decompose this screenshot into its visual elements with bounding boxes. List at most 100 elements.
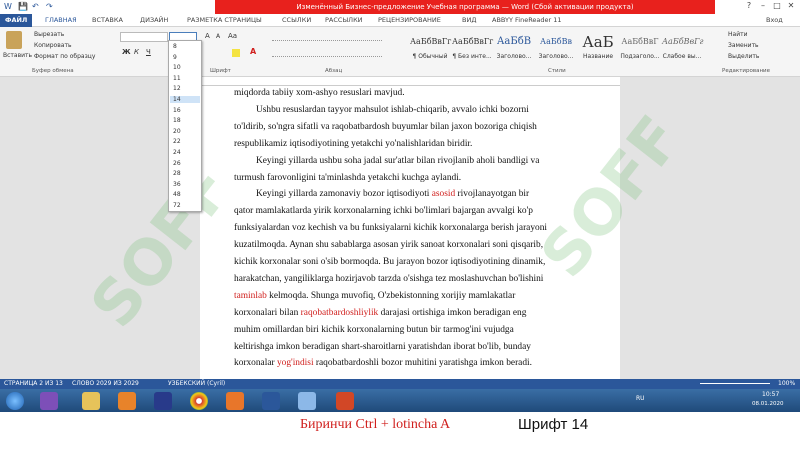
- misspelled-word[interactable]: yog'indisi: [277, 358, 314, 368]
- text-span[interactable]: korxonalari bilan: [234, 308, 301, 318]
- text-span[interactable]: Keyingi yillarda zamonaviy bozor iqtisod…: [256, 189, 432, 199]
- misspelled-word[interactable]: asosid: [432, 189, 455, 199]
- text-span[interactable]: Keyingi yillarda ushbu soha jadal sur'at…: [256, 156, 539, 166]
- style-title[interactable]: АаБ Название: [578, 31, 618, 71]
- grow-font-icon[interactable]: A: [205, 32, 210, 40]
- italic-button[interactable]: К: [134, 48, 139, 56]
- style-subtle-emphasis[interactable]: АаБбВвГг Слабое вы...: [662, 31, 703, 71]
- input-language[interactable]: RU: [636, 395, 645, 402]
- font-size-option[interactable]: 10: [173, 64, 181, 71]
- app-icon[interactable]: [40, 392, 58, 410]
- horizontal-ruler[interactable]: [200, 77, 620, 86]
- style-no-spacing[interactable]: АаБбВвГг ¶ Без инте...: [452, 31, 493, 71]
- window-icon[interactable]: [298, 392, 316, 410]
- text-span[interactable]: kuzatilmoqda. Aynan shu sabablarga asosa…: [234, 240, 543, 250]
- word-taskbar-icon[interactable]: [262, 392, 280, 410]
- font-size-option[interactable]: 28: [173, 170, 181, 177]
- text-span[interactable]: muhim omillardan biri kichik korxonalarn…: [234, 325, 514, 335]
- style-normal[interactable]: АаБбВвГг ¶ Обычный: [410, 31, 451, 71]
- font-size-option[interactable]: 12: [173, 85, 181, 92]
- text-span[interactable]: kelmoqda. Shunga muvofiq, O'zbekistonnin…: [267, 291, 515, 301]
- tab-mailings[interactable]: РАССЫЛКИ: [325, 14, 363, 27]
- font-size-option[interactable]: 48: [173, 191, 181, 198]
- text-span[interactable]: qator mamlakatlarda yirik korxonalarning…: [234, 206, 533, 216]
- tab-insert[interactable]: ВСТАВКА: [92, 14, 123, 27]
- underline-button[interactable]: Ч: [146, 48, 151, 56]
- misspelled-word[interactable]: raqobatbardoshliylik: [301, 308, 379, 318]
- font-size-option[interactable]: 24: [173, 149, 181, 156]
- sign-in-link[interactable]: Вход: [766, 14, 783, 27]
- text-line[interactable]: miqdorda tabiiy xom-ashyo resuslari mavj…: [234, 88, 604, 98]
- style-heading-2[interactable]: АаБбВв Заголово...: [536, 31, 576, 71]
- start-button-icon[interactable]: [6, 392, 24, 410]
- font-name-input[interactable]: [120, 32, 168, 42]
- tab-references[interactable]: ССЫЛКИ: [282, 14, 311, 27]
- tab-home[interactable]: ГЛАВНАЯ: [45, 14, 77, 27]
- list-buttons[interactable]: [272, 33, 382, 41]
- undo-icon[interactable]: ↶: [32, 2, 39, 11]
- style-subtitle[interactable]: АаБбВвГ Подзаголо...: [620, 31, 660, 71]
- chrome-icon[interactable]: [190, 392, 208, 410]
- text-line[interactable]: taminlab kelmoqda. Shunga muvofiq, O'zbe…: [234, 291, 604, 301]
- tab-abbyy[interactable]: ABBYY FineReader 11: [492, 14, 562, 27]
- font-size-option[interactable]: 20: [173, 128, 181, 135]
- cut-button[interactable]: Вырезать: [34, 31, 64, 38]
- text-line[interactable]: turmush farovonligini ta'minlashda yetak…: [234, 173, 604, 183]
- bold-button[interactable]: Ж: [122, 48, 131, 56]
- text-line[interactable]: respublikamiz iqtisodiyotining yetakchi …: [234, 139, 604, 149]
- clock-time[interactable]: 10:57: [762, 391, 779, 398]
- text-line[interactable]: Keyingi yillarda zamonaviy bozor iqtisod…: [256, 189, 604, 199]
- font-size-option[interactable]: 11: [173, 75, 181, 82]
- save-icon[interactable]: 💾: [18, 2, 28, 11]
- language[interactable]: УЗБЕКСКИЙ (Cyril): [168, 379, 225, 389]
- powerpoint-icon[interactable]: [336, 392, 354, 410]
- select-button[interactable]: Выделить: [728, 53, 759, 60]
- alignment-buttons[interactable]: [272, 49, 382, 57]
- font-size-option[interactable]: 16: [173, 107, 181, 114]
- text-line[interactable]: korxonalar yog'indisi raqobatbardoshli b…: [234, 358, 604, 368]
- paste-button[interactable]: Вставить: [3, 52, 32, 59]
- text-line[interactable]: Keyingi yillarda ushbu soha jadal sur'at…: [256, 156, 604, 166]
- text-span[interactable]: turmush farovonligini ta'minlashda yetak…: [234, 173, 461, 183]
- find-button[interactable]: Найти: [728, 31, 747, 38]
- text-span[interactable]: kichik korxonalar soni o'sib bormoqda. B…: [234, 257, 545, 267]
- text-span[interactable]: to'ldirib, so'ngra sifatli va raqobatbar…: [234, 122, 537, 132]
- text-line[interactable]: qator mamlakatlarda yirik korxonalarning…: [234, 206, 604, 216]
- text-span[interactable]: darajasi ortishiga imkon beradigan eng: [378, 308, 527, 318]
- text-line[interactable]: to'ldirib, so'ngra sifatli va raqobatbar…: [234, 122, 604, 132]
- text-span[interactable]: miqdorda tabiiy xom-ashyo resuslari mavj…: [234, 88, 405, 98]
- copy-button[interactable]: Копировать: [34, 42, 71, 49]
- tab-layout[interactable]: РАЗМЕТКА СТРАНИЦЫ: [187, 14, 262, 27]
- help-icon[interactable]: ?: [742, 1, 756, 10]
- text-line[interactable]: harakatchan, yangiliklarga hozirjavob ta…: [234, 274, 604, 284]
- change-case-icon[interactable]: Aa: [228, 32, 237, 40]
- text-span[interactable]: respublikamiz iqtisodiyotining yetakchi …: [234, 139, 472, 149]
- close-icon[interactable]: ✕: [784, 1, 798, 10]
- font-size-option[interactable]: 9: [173, 54, 177, 61]
- text-line[interactable]: muhim omillardan biri kichik korxonalarn…: [234, 325, 604, 335]
- text-span[interactable]: harakatchan, yangiliklarga hozirjavob ta…: [234, 274, 543, 284]
- highlight-icon[interactable]: [232, 49, 240, 57]
- zoom-slider[interactable]: [700, 383, 770, 384]
- floppy-icon[interactable]: [154, 392, 172, 410]
- page-count[interactable]: СТРАНИЦА 2 ИЗ 13: [4, 379, 63, 389]
- redo-icon[interactable]: ↷: [46, 2, 53, 11]
- font-size-option[interactable]: 14: [170, 96, 200, 103]
- font-color-icon[interactable]: A: [250, 47, 256, 56]
- zoom-level[interactable]: 100%: [778, 379, 795, 389]
- tab-file[interactable]: ФАЙЛ: [0, 14, 33, 27]
- explorer-icon[interactable]: [82, 392, 100, 410]
- firefox-icon[interactable]: [226, 392, 244, 410]
- text-span[interactable]: Ushbu resuslardan tayyor mahsulot ishlab…: [256, 105, 529, 115]
- font-size-option[interactable]: 22: [173, 138, 181, 145]
- format-painter-button[interactable]: Формат по образцу: [34, 53, 95, 60]
- text-span[interactable]: funksiyalardan voz kechish va bu funksiy…: [234, 223, 547, 233]
- style-heading-1[interactable]: АаБбВ Заголово...: [494, 31, 534, 71]
- misspelled-word[interactable]: taminlab: [234, 291, 267, 301]
- font-size-option[interactable]: 26: [173, 160, 181, 167]
- tab-review[interactable]: РЕЦЕНЗИРОВАНИЕ: [378, 14, 441, 27]
- text-line[interactable]: Ushbu resuslardan tayyor mahsulot ishlab…: [256, 105, 604, 115]
- font-size-option[interactable]: 18: [173, 117, 181, 124]
- text-line[interactable]: keltirishga imkon beradigan shart-sharoi…: [234, 342, 604, 352]
- font-size-option[interactable]: 72: [173, 202, 181, 209]
